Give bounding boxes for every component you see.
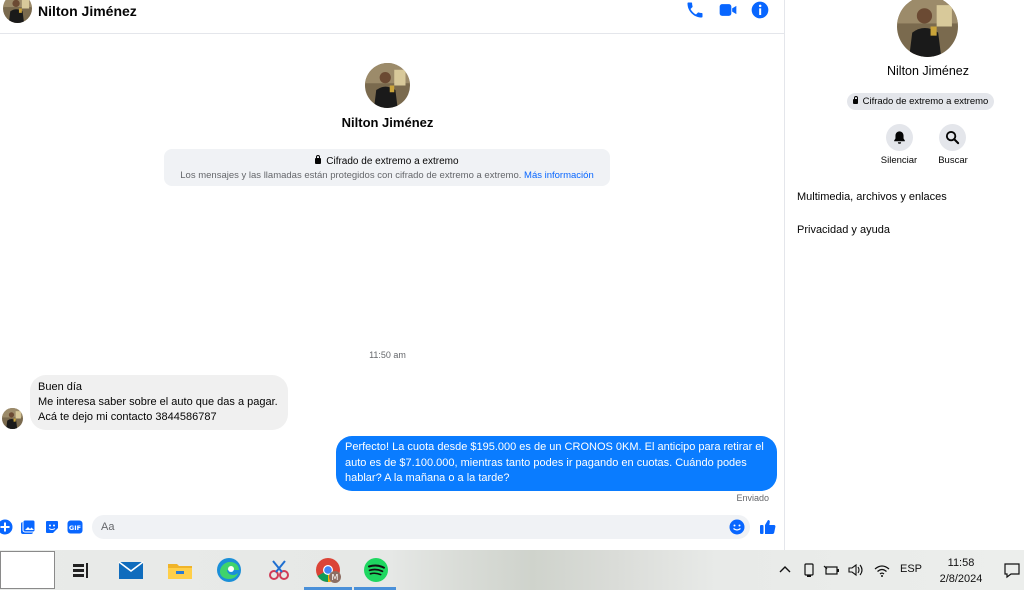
contact-avatar[interactable] <box>3 0 32 23</box>
notification-icon[interactable] <box>1003 561 1021 579</box>
video-call-icon[interactable] <box>718 0 738 20</box>
intro-contact-name: Nilton Jiménez <box>341 115 434 130</box>
chevron-up-icon[interactable] <box>776 561 794 579</box>
chrome-icon[interactable]: M <box>313 555 343 585</box>
encryption-badge-text: Cifrado de extremo a extremo <box>862 96 989 107</box>
avatar-image <box>365 63 410 108</box>
message-line: Me interesa saber sobre el auto que das … <box>38 396 278 408</box>
bell-icon <box>894 131 905 144</box>
mail-icon[interactable] <box>116 555 146 585</box>
avatar-image <box>3 0 32 23</box>
photo-icon[interactable] <box>20 519 36 535</box>
avatar-image <box>2 408 23 429</box>
more-info-link[interactable]: Más información <box>524 170 594 181</box>
taskbar-search-box[interactable] <box>0 551 55 589</box>
contact-name[interactable]: Nilton Jiménez <box>38 3 137 19</box>
mute-label: Silenciar <box>880 155 918 166</box>
sender-avatar[interactable] <box>2 408 23 429</box>
info-icon[interactable] <box>750 0 770 20</box>
snipping-tool-icon[interactable] <box>264 555 294 585</box>
panel-contact-name: Nilton Jiménez <box>887 64 969 78</box>
media-files-links-section[interactable]: Multimedia, archivos y enlaces <box>797 191 947 203</box>
spotify-icon[interactable] <box>361 555 391 585</box>
clock[interactable]: 11:58 2/8/2024 <box>930 555 992 587</box>
mute-button[interactable] <box>886 124 913 151</box>
encryption-title: Cifrado de extremo a extremo <box>164 155 610 167</box>
conversation-details-panel: Nilton Jiménez Cifrado de extremo a extr… <box>784 0 1024 550</box>
search-label: Buscar <box>938 155 968 166</box>
lock-icon <box>853 96 858 104</box>
file-explorer-icon[interactable] <box>165 555 195 585</box>
search-icon <box>945 130 960 145</box>
gif-icon[interactable]: GIF <box>67 519 83 535</box>
volume-icon[interactable] <box>847 561 865 579</box>
chat-header: Nilton Jiménez <box>0 0 784 34</box>
privacy-help-section[interactable]: Privacidad y ayuda <box>797 224 890 236</box>
clock-time: 11:58 <box>947 557 975 569</box>
outgoing-message-bubble[interactable]: Perfecto! La cuota desde $195.000 es de … <box>336 436 777 491</box>
svg-text:GIF: GIF <box>69 524 81 532</box>
encryption-notice: Cifrado de extremo a extremo Los mensaje… <box>164 149 610 186</box>
encryption-badge: Cifrado de extremo a extremo <box>847 93 995 110</box>
search-button[interactable] <box>939 124 966 151</box>
emoji-icon[interactable] <box>729 519 745 535</box>
message-line: Acá te dejo mi contacto 3844586787 <box>38 411 217 423</box>
device-icon[interactable] <box>800 561 818 579</box>
message-status: Enviado <box>736 493 769 503</box>
wifi-icon[interactable] <box>873 561 891 579</box>
message-input[interactable] <box>92 515 750 539</box>
thumbs-up-icon[interactable] <box>759 518 777 536</box>
encryption-description-text: Los mensajes y las llamadas están proteg… <box>180 170 522 181</box>
encryption-description: Los mensajes y las llamadas están proteg… <box>164 170 610 181</box>
message-line: Buen día <box>38 381 83 393</box>
svg-text:M: M <box>332 573 339 582</box>
sticker-icon[interactable] <box>44 519 60 535</box>
message-composer: GIF <box>0 512 784 542</box>
battery-icon[interactable] <box>823 561 841 579</box>
encryption-title-text: Cifrado de extremo a extremo <box>326 156 459 167</box>
phone-call-icon[interactable] <box>685 0 705 20</box>
edge-icon[interactable] <box>214 555 244 585</box>
avatar-image <box>897 0 958 57</box>
clock-date: 2/8/2024 <box>939 573 983 585</box>
lock-icon <box>315 155 322 164</box>
task-view-icon[interactable] <box>66 555 96 585</box>
plus-circle-icon[interactable] <box>0 519 13 535</box>
chat-pane: Nilton Jiménez Nilton Jiménez Cifrado de… <box>0 0 784 550</box>
message-timestamp: 11:50 am <box>369 350 406 360</box>
panel-avatar[interactable] <box>897 0 958 57</box>
incoming-message-bubble[interactable]: Buen día Me interesa saber sobre el auto… <box>30 375 288 430</box>
input-language[interactable]: ESP <box>900 563 922 575</box>
windows-taskbar: M ESP 11:58 2/8/2024 <box>0 550 1024 590</box>
intro-avatar <box>365 63 410 108</box>
